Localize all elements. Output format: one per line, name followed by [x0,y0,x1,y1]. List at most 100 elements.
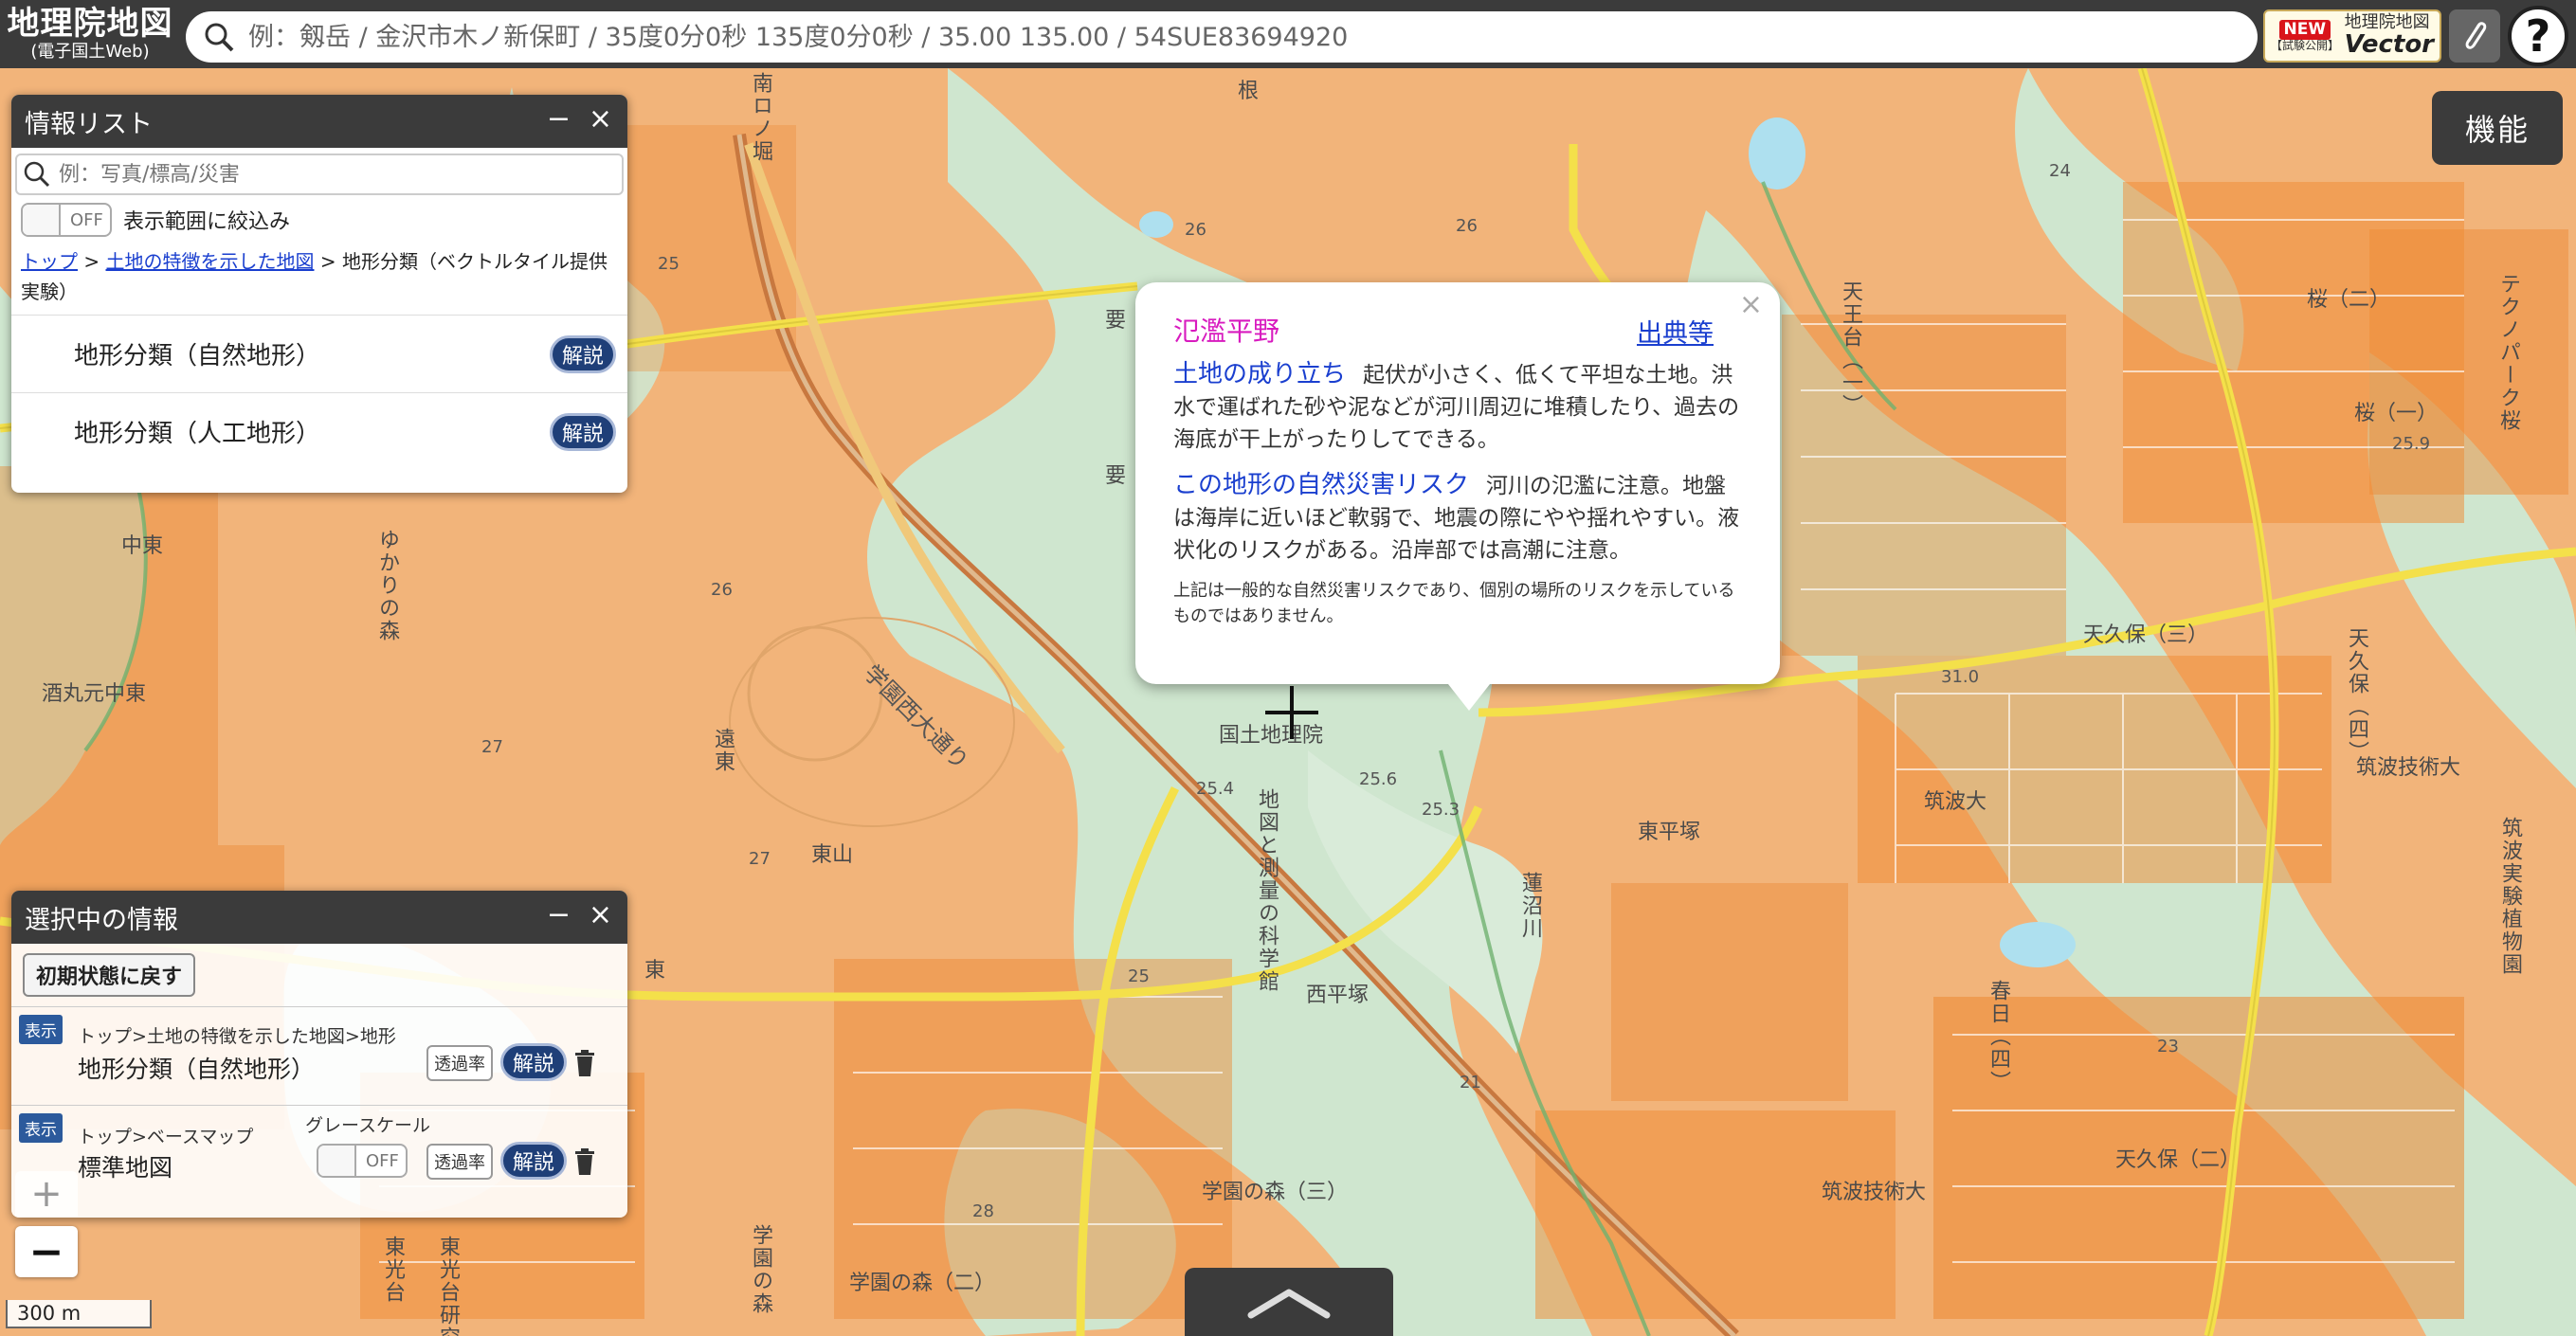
explanation-button[interactable]: 解説 [500,1043,568,1081]
origin-heading: 土地の成り立ち [1173,360,1347,388]
layer-path: トップ>ベースマップ [78,1127,254,1147]
opacity-button[interactable]: 透過率 [426,1045,493,1081]
map-label: 春日（四） [1986,980,2010,1093]
map-label: 天久保（二） [2115,1148,2241,1172]
visibility-badge[interactable]: 表示 [19,1015,63,1044]
bottom-panel-toggle[interactable] [1185,1268,1393,1336]
map-label: 筑波技術大 [2356,756,2461,780]
elevation-label: 27 [481,737,503,757]
elevation-label: 26 [1456,216,1478,236]
map-label: 天久保（三） [2083,623,2209,647]
trash-icon[interactable] [572,1049,597,1077]
elevation-label: 25 [658,254,680,274]
elevation-label: 21 [1460,1073,1481,1092]
selected-info-title: 選択中の情報 [25,905,178,935]
map-label: 要 [1105,464,1127,488]
map-label: 筑波実験植物園 [2498,817,2522,976]
breadcrumb-land-features[interactable]: 土地の特徴を示した地図 [105,250,314,273]
risk-heading: この地形の自然災害リスク [1173,471,1470,499]
close-button[interactable]: × [589,898,612,931]
toggle-state: OFF [366,1150,399,1171]
list-item-label: 地形分類（自然地形） [74,342,321,370]
list-item-label: 地形分類（人工地形） [74,420,321,448]
filter-label: 表示範囲に絞込み [123,210,291,234]
layer-row: 表示 トップ>土地の特徴を示した地図>地形 地形分類（自然地形） 透過率 解説 [11,1006,627,1105]
vector-line1: 地理院地図 [2344,11,2430,32]
layer-row: 表示 トップ>ベースマップ グレースケール OFF 標準地図 透過率 解説 [11,1105,627,1203]
visibility-badge[interactable]: 表示 [19,1113,63,1143]
selected-info-header: 選択中の情報 − × [11,891,627,944]
logo-title: 地理院地図 [7,5,173,43]
function-menu-button[interactable]: 機能 [2432,91,2563,165]
trash-icon[interactable] [572,1147,597,1176]
breadcrumb-top[interactable]: トップ [21,250,78,273]
map-label: 天久保（四） [2345,627,2368,764]
map-label: 桜（一） [2354,402,2439,425]
elevation-label: 23 [2157,1037,2179,1056]
grayscale-label: グレースケール [305,1115,431,1136]
paperclip-button[interactable] [2449,9,2500,63]
zoom-in-button[interactable]: + [15,1171,78,1217]
zoom-out-button[interactable]: − [15,1226,78,1277]
map-label: 学園の森 [749,1224,772,1315]
minimize-button[interactable]: − [547,102,571,135]
help-button[interactable]: ? [2508,6,2568,66]
filter-row: OFF 表示範囲に絞込み [21,203,627,237]
risk-section: この地形の自然災害リスク 河川の氾濫に注意。地盤は海岸に近いほど軟弱で、地震の際に… [1173,469,1742,567]
map-label: 筑波大 [1924,790,1987,814]
elevation-label: 26 [711,580,733,600]
breadcrumb-separator: > [83,250,100,273]
opacity-button[interactable]: 透過率 [426,1144,493,1180]
place-search-input[interactable] [246,21,2237,53]
grayscale-toggle[interactable]: OFF [317,1144,408,1178]
elevation-label: 25.6 [1359,769,1398,789]
popup-close-button[interactable]: × [1739,288,1763,321]
list-item[interactable]: 地形分類（人工地形） 解説 [11,392,627,470]
map-label: 根 [1238,80,1260,103]
map-label: 筑波技術大 [1822,1181,1927,1204]
filter-toggle[interactable]: OFF [21,203,112,237]
map-label: 蓮沼川 [1518,872,1542,940]
app-logo[interactable]: 地理院地図 (電子国土Web) [0,0,180,68]
scale-bar: 300 m [6,1300,152,1328]
list-item[interactable]: 地形分類（自然地形） 解説 [11,315,627,392]
disclaimer-note: 上記は一般的な自然災害リスクであり、個別の場所のリスクを示しているものではありま… [1173,581,1735,626]
map-label: 桜（二） [2307,288,2391,312]
map-label: 遠東 [711,728,735,773]
info-list-header: 情報リスト − × [11,95,627,148]
map-label: 中東 [121,534,164,558]
info-list-panel: 情報リスト − × OFF 表示範囲に絞込み トップ > 土地の特徴を示した地図… [11,95,627,493]
elevation-label: 24 [2049,161,2071,181]
search-icon [24,161,50,188]
map-label: 酒丸元中東 [42,682,147,706]
close-button[interactable]: × [589,102,612,135]
explanation-button[interactable]: 解説 [549,412,616,451]
elevation-label: 31.0 [1941,667,1980,687]
source-link[interactable]: 出典等 [1637,313,1714,350]
map-label: 西平塚 [1306,984,1370,1007]
elevation-label: 26 [1185,220,1206,240]
breadcrumb-separator: > [319,250,336,273]
paperclip-icon [2465,22,2487,49]
map-label: 学園の森（二） [849,1272,996,1295]
search-icon [205,23,234,52]
info-search-input[interactable] [57,161,588,188]
map-label: 東平塚 [1638,821,1701,844]
elevation-label: 28 [972,1201,994,1221]
reset-button[interactable]: 初期状態に戻す [23,953,196,997]
elevation-label: 27 [749,849,771,869]
minimize-button[interactable]: − [547,898,571,931]
layer-name: 標準地図 [78,1154,173,1182]
explanation-button[interactable]: 解説 [500,1142,568,1180]
map-label: 要 [1105,309,1127,333]
vector-map-banner[interactable]: NEW 【試験公開】 地理院地図 Vector [2263,9,2441,63]
elevation-label: 25.4 [1196,779,1235,799]
elevation-label: 25.9 [2392,434,2431,454]
question-icon: ? [2525,10,2551,62]
origin-section: 土地の成り立ち 起伏が小さく、低くて平坦な土地。洪水で運ばれた砂や泥などが河川周辺… [1173,358,1742,456]
explanation-button[interactable]: 解説 [549,334,616,373]
info-search-box [15,153,624,195]
vector-name: Vector [2344,29,2434,59]
map-label: 東 [644,959,666,983]
map-label: ゆかりの森 [375,529,399,642]
